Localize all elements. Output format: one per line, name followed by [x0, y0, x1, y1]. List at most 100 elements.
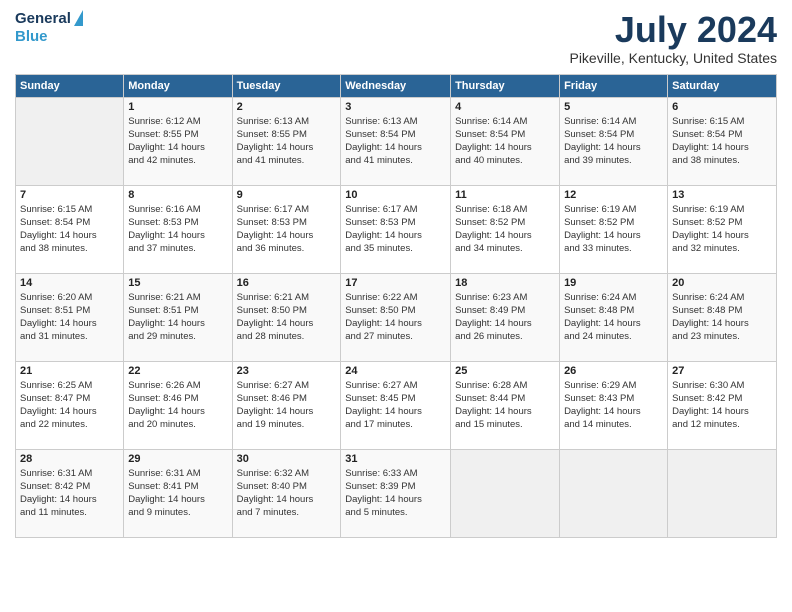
day-number: 26: [564, 365, 663, 377]
calendar-week-row: 14 Sunrise: 6:20 AMSunset: 8:51 PMDayligh…: [16, 273, 777, 361]
day-number: 13: [672, 189, 772, 201]
calendar-week-row: 21Sunrise: 6:25 AMSunset: 8:47 PMDayligh…: [16, 361, 777, 449]
calendar-cell: 21Sunrise: 6:25 AMSunset: 8:47 PMDayligh…: [16, 361, 124, 449]
day-number: 10: [345, 189, 446, 201]
logo-general: General: [15, 10, 71, 28]
day-info: Sunrise: 6:12 AMSunset: 8:55 PMDaylight:…: [128, 115, 227, 168]
day-info: Sunrise: 6:15 AMSunset: 8:54 PMDaylight:…: [20, 203, 119, 256]
calendar-cell: 4Sunrise: 6:14 AMSunset: 8:54 PMDaylight…: [451, 97, 560, 185]
day-info: Sunrise: 6:13 AMSunset: 8:55 PMDaylight:…: [237, 115, 337, 168]
calendar-cell: 12Sunrise: 6:19 AMSunset: 8:52 PMDayligh…: [560, 185, 668, 273]
logo: General Blue: [15, 10, 83, 46]
calendar-cell: 15Sunrise: 6:21 AMSunset: 8:51 PMDayligh…: [124, 273, 232, 361]
title-block: July 2024 Pikeville, Kentucky, United St…: [569, 10, 777, 66]
day-number: 12: [564, 189, 663, 201]
day-number: 24: [345, 365, 446, 377]
calendar-cell: 27 Sunrise: 6:30 AMSunset: 8:42 PMDayligh…: [668, 361, 777, 449]
day-number: 23: [237, 365, 337, 377]
calendar-cell: 14 Sunrise: 6:20 AMSunset: 8:51 PMDayligh…: [16, 273, 124, 361]
calendar-cell: 2 Sunrise: 6:13 AMSunset: 8:55 PMDaylight…: [232, 97, 341, 185]
calendar-cell: 5Sunrise: 6:14 AMSunset: 8:54 PMDaylight…: [560, 97, 668, 185]
day-info: Sunrise: 6:13 AMSunset: 8:54 PMDaylight:…: [345, 115, 446, 168]
calendar-weekday-tuesday: Tuesday: [232, 74, 341, 97]
day-number: 9: [237, 189, 337, 201]
day-info: Sunrise: 6:32 AMSunset: 8:40 PMDaylight:…: [237, 467, 337, 520]
calendar-cell: 7 Sunrise: 6:15 AMSunset: 8:54 PMDaylight…: [16, 185, 124, 273]
day-info: Sunrise: 6:24 AMSunset: 8:48 PMDaylight:…: [564, 291, 663, 344]
day-number: 22: [128, 365, 227, 377]
calendar-weekday-monday: Monday: [124, 74, 232, 97]
day-number: 6: [672, 101, 772, 113]
day-number: 17: [345, 277, 446, 289]
day-info: Sunrise: 6:31 AMSunset: 8:42 PMDaylight:…: [20, 467, 119, 520]
calendar-cell: 30 Sunrise: 6:32 AMSunset: 8:40 PMDayligh…: [232, 449, 341, 537]
day-info: Sunrise: 6:30 AMSunset: 8:42 PMDaylight:…: [672, 379, 772, 432]
day-number: 11: [455, 189, 555, 201]
calendar-cell: 25 Sunrise: 6:28 AMSunset: 8:44 PMDayligh…: [451, 361, 560, 449]
calendar-weekday-thursday: Thursday: [451, 74, 560, 97]
page: General Blue July 2024 Pikeville, Kentuc…: [0, 0, 792, 612]
day-info: Sunrise: 6:14 AMSunset: 8:54 PMDaylight:…: [455, 115, 555, 168]
day-info: Sunrise: 6:16 AMSunset: 8:53 PMDaylight:…: [128, 203, 227, 256]
calendar-weekday-friday: Friday: [560, 74, 668, 97]
day-info: Sunrise: 6:27 AMSunset: 8:45 PMDaylight:…: [345, 379, 446, 432]
calendar-cell: 13 Sunrise: 6:19 AMSunset: 8:52 PMDayligh…: [668, 185, 777, 273]
day-info: Sunrise: 6:31 AMSunset: 8:41 PMDaylight:…: [128, 467, 227, 520]
day-number: 29: [128, 453, 227, 465]
day-info: Sunrise: 6:29 AMSunset: 8:43 PMDaylight:…: [564, 379, 663, 432]
calendar-cell: 17Sunrise: 6:22 AMSunset: 8:50 PMDayligh…: [341, 273, 451, 361]
day-info: Sunrise: 6:27 AMSunset: 8:46 PMDaylight:…: [237, 379, 337, 432]
calendar-cell: 1 Sunrise: 6:12 AMSunset: 8:55 PMDaylight…: [124, 97, 232, 185]
day-info: Sunrise: 6:21 AMSunset: 8:50 PMDaylight:…: [237, 291, 337, 344]
day-info: Sunrise: 6:18 AMSunset: 8:52 PMDaylight:…: [455, 203, 555, 256]
calendar-cell: 18Sunrise: 6:23 AMSunset: 8:49 PMDayligh…: [451, 273, 560, 361]
calendar-cell: 16 Sunrise: 6:21 AMSunset: 8:50 PMDayligh…: [232, 273, 341, 361]
calendar-cell: 29 Sunrise: 6:31 AMSunset: 8:41 PMDayligh…: [124, 449, 232, 537]
day-number: 27: [672, 365, 772, 377]
calendar-week-row: 7 Sunrise: 6:15 AMSunset: 8:54 PMDaylight…: [16, 185, 777, 273]
logo-blue: Blue: [15, 28, 48, 46]
calendar-cell: [16, 97, 124, 185]
calendar-cell: 24 Sunrise: 6:27 AMSunset: 8:45 PMDayligh…: [341, 361, 451, 449]
calendar-header-row: SundayMondayTuesdayWednesdayThursdayFrid…: [16, 74, 777, 97]
day-info: Sunrise: 6:17 AMSunset: 8:53 PMDaylight:…: [345, 203, 446, 256]
calendar-weekday-saturday: Saturday: [668, 74, 777, 97]
day-number: 25: [455, 365, 555, 377]
day-info: Sunrise: 6:20 AMSunset: 8:51 PMDaylight:…: [20, 291, 119, 344]
day-number: 31: [345, 453, 446, 465]
day-number: 7: [20, 189, 119, 201]
calendar-cell: 6 Sunrise: 6:15 AMSunset: 8:54 PMDaylight…: [668, 97, 777, 185]
calendar-cell: 23 Sunrise: 6:27 AMSunset: 8:46 PMDayligh…: [232, 361, 341, 449]
calendar-cell: 22Sunrise: 6:26 AMSunset: 8:46 PMDayligh…: [124, 361, 232, 449]
calendar-cell: 3 Sunrise: 6:13 AMSunset: 8:54 PMDaylight…: [341, 97, 451, 185]
day-number: 20: [672, 277, 772, 289]
calendar-cell: 8Sunrise: 6:16 AMSunset: 8:53 PMDaylight…: [124, 185, 232, 273]
calendar-cell: 11 Sunrise: 6:18 AMSunset: 8:52 PMDayligh…: [451, 185, 560, 273]
day-info: Sunrise: 6:21 AMSunset: 8:51 PMDaylight:…: [128, 291, 227, 344]
calendar-cell: 19 Sunrise: 6:24 AMSunset: 8:48 PMDayligh…: [560, 273, 668, 361]
day-info: Sunrise: 6:28 AMSunset: 8:44 PMDaylight:…: [455, 379, 555, 432]
day-info: Sunrise: 6:25 AMSunset: 8:47 PMDaylight:…: [20, 379, 119, 432]
day-number: 14: [20, 277, 119, 289]
day-info: Sunrise: 6:19 AMSunset: 8:52 PMDaylight:…: [672, 203, 772, 256]
calendar-cell: [560, 449, 668, 537]
calendar-cell: 9Sunrise: 6:17 AMSunset: 8:53 PMDaylight…: [232, 185, 341, 273]
calendar-weekday-wednesday: Wednesday: [341, 74, 451, 97]
calendar-cell: [668, 449, 777, 537]
day-number: 2: [237, 101, 337, 113]
day-info: Sunrise: 6:15 AMSunset: 8:54 PMDaylight:…: [672, 115, 772, 168]
day-number: 30: [237, 453, 337, 465]
main-title: July 2024: [569, 10, 777, 50]
day-number: 3: [345, 101, 446, 113]
day-number: 5: [564, 101, 663, 113]
day-info: Sunrise: 6:24 AMSunset: 8:48 PMDaylight:…: [672, 291, 772, 344]
calendar-weekday-sunday: Sunday: [16, 74, 124, 97]
calendar-cell: 10 Sunrise: 6:17 AMSunset: 8:53 PMDayligh…: [341, 185, 451, 273]
day-number: 19: [564, 277, 663, 289]
day-number: 16: [237, 277, 337, 289]
day-number: 1: [128, 101, 227, 113]
calendar-cell: 31Sunrise: 6:33 AMSunset: 8:39 PMDayligh…: [341, 449, 451, 537]
calendar-table: SundayMondayTuesdayWednesdayThursdayFrid…: [15, 74, 777, 538]
calendar-cell: 28Sunrise: 6:31 AMSunset: 8:42 PMDayligh…: [16, 449, 124, 537]
header: General Blue July 2024 Pikeville, Kentuc…: [15, 10, 777, 66]
